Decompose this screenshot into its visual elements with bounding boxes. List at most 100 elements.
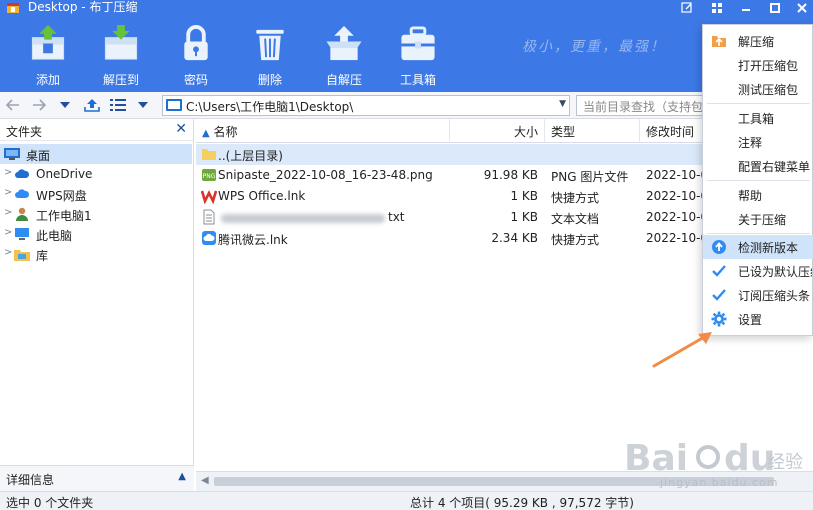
tree-label: 桌面	[26, 149, 51, 163]
cloud-icon	[15, 169, 30, 178]
chevron-up-icon[interactable]: ▲	[178, 471, 186, 482]
sort-up-icon: ▲	[202, 128, 210, 139]
trash-icon	[256, 29, 284, 61]
extract-icon	[712, 36, 726, 47]
file-size: 2.34 KB	[491, 231, 538, 245]
column-name[interactable]: ▲ 名称	[196, 119, 450, 143]
library-icon	[14, 250, 30, 261]
menu-item-subscribe-news[interactable]: 订阅压缩头条	[703, 283, 813, 307]
address-dropdown-icon[interactable]: ▼	[559, 99, 566, 109]
text-file-icon	[203, 209, 215, 225]
menu-label: 帮助	[738, 189, 763, 203]
file-type: 文本文档	[551, 212, 600, 226]
menu-label: 工具箱	[738, 112, 775, 126]
menu-item-default-zip[interactable]: 已设为默认压缩	[703, 259, 813, 283]
file-modified: 2022-10-0	[646, 189, 709, 203]
file-name: txt	[388, 210, 405, 224]
menu-separator	[707, 233, 810, 234]
column-size[interactable]: 大小	[450, 119, 545, 143]
menu-item-comment[interactable]: 注释	[703, 130, 813, 154]
folder-panel-header: 文件夹 ✕	[0, 119, 194, 141]
tree-item-user[interactable]: > 工作电脑1	[0, 204, 192, 224]
header-bar: Desktop - 布丁压缩 添加 解压到 密码 删除 自解压 工具箱 极小，更…	[0, 0, 813, 92]
chevron-right-icon[interactable]: >	[4, 207, 12, 218]
main-menu-dropdown: 解压缩 打开压缩包 测试压缩包 工具箱 注释 配置右键菜单 帮助 关于压缩 检测…	[702, 24, 813, 336]
menu-label: 关于压缩	[738, 213, 787, 227]
tree-item-onedrive[interactable]: > OneDrive	[0, 164, 192, 184]
self-extract-button[interactable]: 自解压	[316, 24, 372, 88]
chevron-right-icon[interactable]: >	[4, 227, 12, 238]
check-icon	[712, 289, 726, 301]
menu-label: 已设为默认压缩	[738, 265, 812, 279]
maximize-button[interactable]	[766, 0, 784, 16]
menu-item-context-menu-config[interactable]: 配置右键菜单	[703, 154, 813, 178]
menu-label: 打开压缩包	[738, 59, 799, 73]
close-button[interactable]	[793, 0, 811, 16]
view-dropdown-icon[interactable]	[136, 96, 150, 114]
status-bar: 选中 0 个文件夹 总计 4 个项目( 95.29 KB , 97,572 字节…	[0, 491, 813, 510]
menu-label: 设置	[738, 313, 763, 327]
lock-icon	[184, 25, 208, 61]
back-arrow-icon[interactable]	[4, 96, 22, 114]
extract-to-button[interactable]: 解压到	[93, 24, 149, 88]
menu-item-test-archive[interactable]: 测试压缩包	[703, 77, 813, 101]
toolbox-icon	[401, 26, 435, 61]
tree-item-desktop[interactable]: 桌面	[0, 144, 192, 164]
menu-item-about[interactable]: 关于压缩	[703, 207, 813, 231]
menu-item-check-update[interactable]: 检测新版本	[703, 235, 813, 259]
chevron-right-icon[interactable]: >	[4, 187, 12, 198]
add-button[interactable]: 添加	[20, 24, 76, 88]
history-dropdown-icon[interactable]	[58, 96, 72, 114]
menu-item-settings[interactable]: 设置	[703, 307, 813, 331]
chevron-right-icon[interactable]: >	[4, 247, 12, 258]
chevron-right-icon[interactable]: >	[4, 167, 12, 178]
minimize-button[interactable]	[737, 0, 755, 16]
self-extract-icon	[326, 25, 362, 61]
menu-item-toolbox[interactable]: 工具箱	[703, 106, 813, 130]
edit-icon[interactable]	[678, 0, 696, 16]
address-bar[interactable]: C:\Users\工作电脑1\Desktop\ ▼	[162, 95, 570, 116]
search-input[interactable]: 当前目录查找（支持包	[576, 95, 706, 116]
tree-label: 库	[36, 249, 49, 263]
menu-separator	[707, 180, 810, 181]
toolbox-button[interactable]: 工具箱	[390, 24, 446, 88]
file-type: PNG 图片文件	[551, 170, 629, 184]
gear-icon	[711, 311, 727, 327]
menu-item-open-archive[interactable]: 打开压缩包	[703, 53, 813, 77]
tree-item-library[interactable]: > 库	[0, 244, 192, 264]
file-size: 1 KB	[510, 210, 538, 224]
selection-status: 选中 0 个文件夹	[6, 496, 94, 510]
address-row: C:\Users\工作电脑1\Desktop\ ▼ 当前目录查找（支持包	[0, 92, 813, 119]
file-name: 腾讯微云.lnk	[218, 233, 288, 247]
tree-label: 此电脑	[36, 229, 73, 243]
column-name-label: 名称	[213, 125, 238, 139]
slogan-text: 极小，更重，最强！	[522, 39, 666, 55]
menu-item-help[interactable]: 帮助	[703, 183, 813, 207]
delete-button[interactable]: 删除	[242, 24, 298, 88]
menu-label: 检测新版本	[738, 241, 799, 255]
password-label: 密码	[183, 73, 208, 87]
tree-item-this-pc[interactable]: > 此电脑	[0, 224, 192, 244]
menu-item-extract[interactable]: 解压缩	[703, 29, 813, 53]
wps-icon	[201, 190, 217, 204]
grid-menu-icon[interactable]	[708, 0, 726, 16]
close-icon[interactable]: ✕	[175, 121, 187, 137]
upgrade-icon	[712, 240, 726, 254]
extract-to-icon	[104, 24, 138, 60]
file-name: ..(上层目录)	[218, 149, 283, 163]
up-folder-icon[interactable]	[82, 96, 102, 114]
watermark-url: jingyan.baidu.com	[660, 476, 779, 489]
tree-label: WPS网盘	[36, 189, 87, 203]
details-toggle[interactable]: 详细信息 ▲	[0, 465, 194, 491]
scroll-left-icon[interactable]: ◀	[201, 475, 209, 486]
summary-status: 总计 4 个项目( 95.29 KB , 97,572 字节)	[410, 496, 634, 510]
svg-text:PNG: PNG	[203, 173, 216, 180]
self-extract-label: 自解压	[325, 73, 362, 87]
forward-arrow-icon[interactable]	[30, 96, 48, 114]
view-mode-icon[interactable]	[108, 96, 128, 114]
file-name: Snipaste_2022-10-08_16-23-48.png	[218, 168, 433, 182]
column-type[interactable]: 类型	[545, 119, 640, 143]
tree-item-wps-drive[interactable]: > WPS网盘	[0, 184, 192, 204]
add-label: 添加	[35, 73, 60, 87]
password-button[interactable]: 密码	[168, 24, 224, 88]
